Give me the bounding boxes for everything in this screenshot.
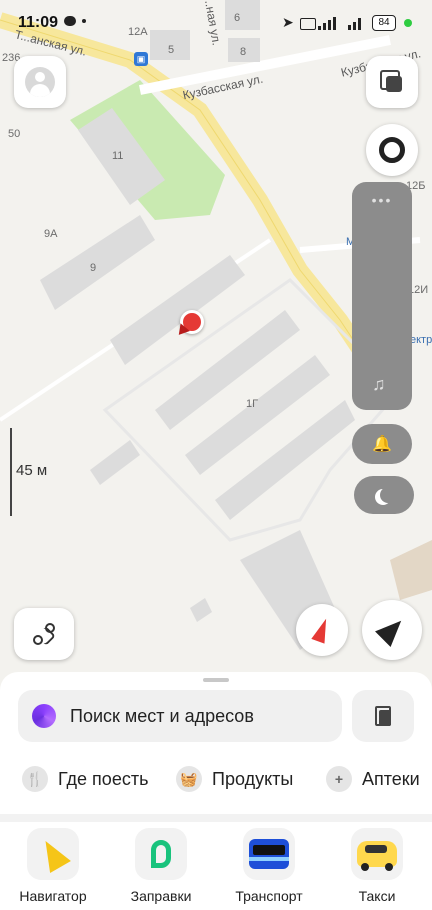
message-icon: [64, 16, 76, 26]
signal-2-icon: [348, 16, 366, 30]
alice-icon: [379, 137, 405, 163]
plus-icon: +: [326, 766, 352, 792]
fuel-icon: [135, 828, 187, 880]
services-dock: Навигатор Заправки Транспорт Такси: [0, 822, 432, 910]
bookmarks-button[interactable]: [352, 690, 414, 742]
battery-icon: 84: [372, 15, 396, 31]
taxi-icon: [351, 828, 403, 880]
category-label: Аптеки: [362, 768, 420, 789]
house-number: 50: [8, 128, 21, 140]
search-bar[interactable]: Поиск мест и адресов: [18, 690, 342, 742]
house-number: 9А: [44, 228, 58, 240]
app-taxi[interactable]: Такси: [334, 828, 420, 904]
compass-icon: [311, 616, 333, 644]
route-icon: [33, 623, 56, 646]
profile-button[interactable]: [14, 56, 66, 108]
category-label: Где поесть: [58, 768, 149, 789]
search-input[interactable]: Поиск мест и адресов: [70, 706, 254, 727]
alice-icon[interactable]: [32, 704, 56, 728]
alice-assistant-button[interactable]: [366, 124, 418, 176]
navigator-icon: [27, 828, 79, 880]
category-groceries[interactable]: 🧺 Продукты: [176, 766, 293, 792]
location-arrow-icon: ➤: [282, 14, 294, 30]
app-fuel[interactable]: Заправки: [118, 828, 204, 904]
bus-icon: [243, 828, 295, 880]
basket-icon: 🧺: [176, 766, 202, 792]
route-button[interactable]: [14, 608, 74, 660]
layers-button[interactable]: [366, 56, 418, 108]
notification-dot-icon: [82, 19, 86, 23]
avatar-icon: [25, 67, 55, 97]
scale-label: 45 м: [16, 462, 48, 479]
house-number: 1Г: [246, 398, 259, 410]
house-number: 9: [90, 262, 97, 274]
house-number: 8: [240, 46, 247, 58]
bus-stop-icon[interactable]: ▣: [134, 52, 148, 66]
moon-icon: [380, 487, 396, 503]
app-label: Такси: [358, 888, 396, 904]
bottom-sheet[interactable]: Поиск мест и адресов 🍴 Где поесть 🧺 Прод…: [0, 672, 432, 822]
navigation-arrow-icon: [375, 613, 409, 647]
active-dot-icon: [404, 19, 412, 27]
category-label: Продукты: [212, 768, 294, 789]
divider: [0, 814, 432, 822]
app-label: Навигатор: [19, 888, 87, 904]
music-off-icon[interactable]: ♫: [372, 374, 386, 395]
status-time: 11:09: [18, 14, 59, 31]
compass-button[interactable]: [296, 604, 348, 656]
bell-button[interactable]: 🔔: [352, 424, 412, 464]
fork-knife-icon: 🍴: [22, 766, 48, 792]
panel-handle[interactable]: •••: [352, 192, 412, 208]
category-food[interactable]: 🍴 Где поесть: [22, 766, 148, 792]
layers-icon: [380, 70, 404, 94]
place-label: ектр: [410, 334, 432, 346]
bell-icon: 🔔: [372, 436, 392, 453]
sheet-handle[interactable]: [203, 678, 229, 682]
app-transport[interactable]: Транспорт: [226, 828, 312, 904]
my-location-button[interactable]: [362, 600, 422, 660]
volte-icon: [300, 18, 316, 30]
app-label: Транспорт: [235, 888, 303, 904]
scale-bar: [10, 428, 12, 516]
status-bar: 11:09 ➤ 84: [0, 0, 432, 46]
sound-panel[interactable]: ••• ♫: [352, 182, 412, 410]
bookmark-icon: [373, 706, 393, 726]
app-navigator[interactable]: Навигатор: [10, 828, 96, 904]
category-pharmacy[interactable]: + Аптеки: [326, 766, 420, 792]
app-label: Заправки: [130, 888, 192, 904]
signal-icon: [318, 16, 348, 30]
night-mode-button[interactable]: [354, 476, 414, 514]
house-number: 11: [112, 150, 124, 162]
